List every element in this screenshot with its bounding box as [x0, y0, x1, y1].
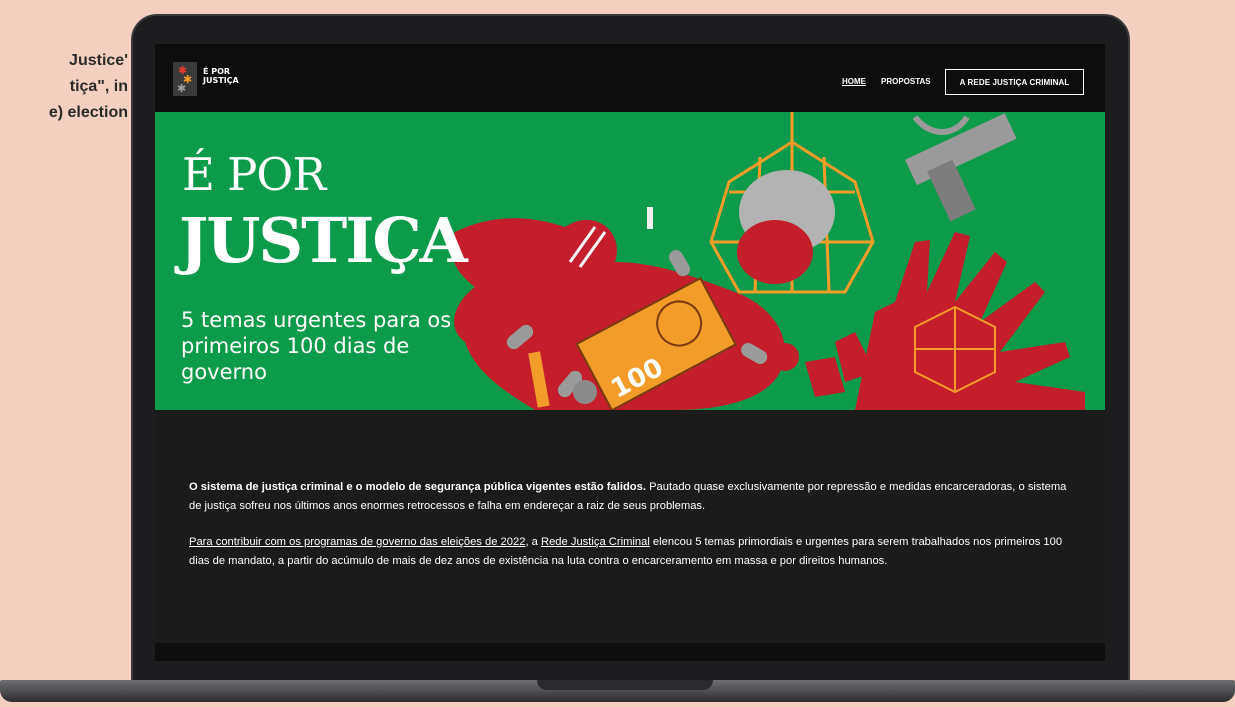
head-face	[737, 220, 813, 284]
hero-title-line2: JUSTIÇA	[179, 204, 468, 277]
rede-justica-link[interactable]: Rede Justiça Criminal	[541, 536, 650, 548]
logo-mark-icon[interactable]: ✱ ✱ ✱	[173, 62, 197, 96]
logo-line: JUSTIÇA	[203, 76, 239, 85]
side-caption-line: Justice'	[69, 52, 128, 69]
site-logo[interactable]: É POR JUSTIÇA	[203, 67, 239, 85]
browser-viewport: ✱ ✱ ✱ É POR JUSTIÇA HOME PROPOSTAS A RED…	[155, 44, 1105, 643]
programs-link[interactable]: Para contribuir com os programas de gove…	[189, 536, 525, 548]
raised-hands-icon	[805, 232, 1085, 410]
logo-line: É POR	[203, 67, 231, 76]
screen-bottom-bezel	[155, 643, 1105, 661]
asterisk-gray-icon: ✱	[177, 82, 187, 95]
side-caption-line: tiça", in	[69, 78, 128, 95]
laptop-notch	[537, 680, 713, 690]
handcuffs-icon	[912, 115, 970, 135]
nav-home[interactable]: HOME	[842, 77, 866, 86]
intro-bold-statement: O sistema de justiça criminal e o modelo…	[189, 481, 646, 493]
intro-paragraph-2: Para contribuir com os programas de gove…	[189, 533, 1069, 571]
hero-subtitle: 5 temas urgentes para os primeiros 100 d…	[181, 308, 452, 384]
nav-network-button[interactable]: A REDE JUSTIÇA CRIMINAL	[945, 69, 1084, 95]
hero-title-line1: É POR	[182, 148, 326, 201]
intro-text: , a	[525, 536, 541, 548]
nav-proposals[interactable]: PROPOSTAS	[881, 77, 931, 86]
coin-icon	[573, 380, 597, 404]
intro-paragraph-1: O sistema de justiça criminal e o modelo…	[189, 478, 1069, 516]
site-header: ✱ ✱ ✱ É POR JUSTIÇA HOME PROPOSTAS A RED…	[155, 44, 1105, 112]
side-caption: Justice' tiça", in e) election	[0, 48, 128, 126]
gun-icon	[905, 113, 1017, 222]
blood-drop	[771, 343, 799, 371]
side-caption-line: e) election	[48, 104, 128, 121]
syringe-icon	[647, 207, 653, 229]
hero-banner: 100 É POR JUSTIÇA 5 temas urgentes para …	[155, 112, 1105, 410]
intro-section: O sistema de justiça criminal e o modelo…	[189, 478, 1069, 571]
